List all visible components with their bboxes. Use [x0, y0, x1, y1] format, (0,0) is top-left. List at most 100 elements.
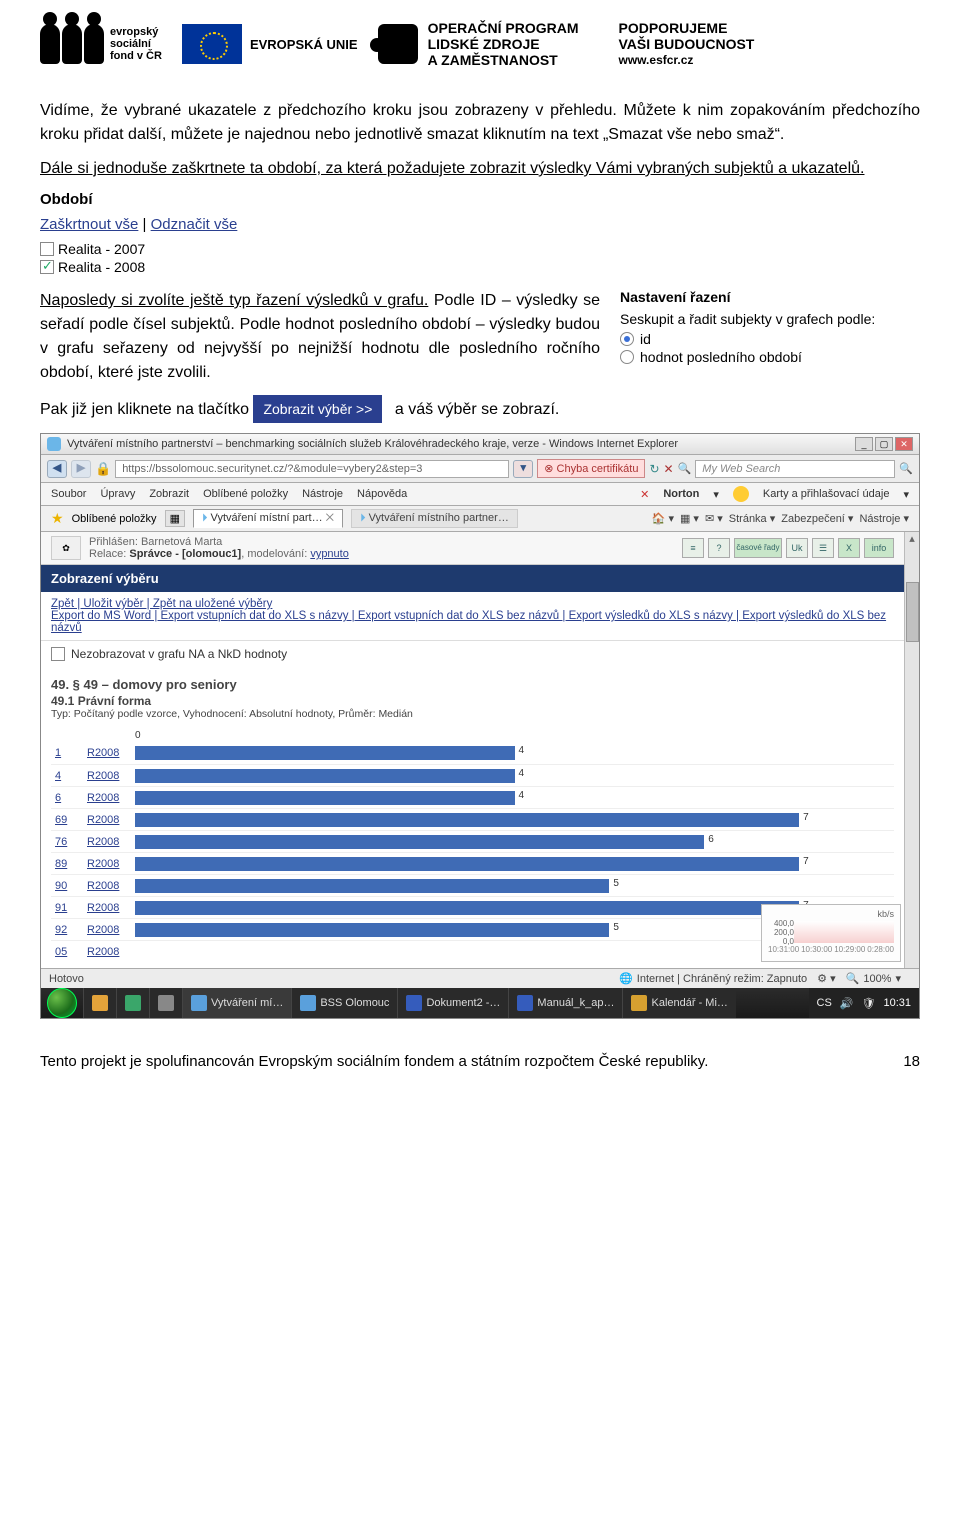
taskbar-ie[interactable]: Vytváření mí… — [182, 988, 291, 1018]
menu-icon[interactable]: ☰ — [812, 538, 834, 558]
nezob-row[interactable]: Nezobrazovat v grafu NA a NkD hodnoty — [41, 641, 904, 667]
modelovani-link[interactable]: vypnuto — [310, 548, 349, 560]
chart-id[interactable]: 76 — [51, 836, 87, 848]
toolbar-zabezpeceni[interactable]: Zabezpečení ▾ — [781, 512, 853, 525]
obdobi-title: Období — [40, 191, 920, 208]
feeds-icon[interactable]: ▦ ▾ — [680, 512, 699, 525]
chart-year[interactable]: R2008 — [87, 747, 135, 759]
odznacit-link[interactable]: Odznačit vše — [151, 216, 238, 233]
chart-year[interactable]: R2008 — [87, 792, 135, 804]
menu-upravy[interactable]: Úpravy — [100, 488, 135, 500]
section-meta: Typ: Počítaný podle vzorce, Vyhodnocení:… — [41, 708, 904, 728]
chart-year[interactable]: R2008 — [87, 946, 135, 958]
star-icon[interactable]: ★ — [51, 510, 64, 527]
chart-id[interactable]: 4 — [51, 770, 87, 782]
url-input[interactable]: https://bssolomouc.securitynet.cz/?&modu… — [115, 460, 509, 478]
uk-icon[interactable]: Uk — [786, 538, 808, 558]
footer-text: Tento projekt je spolufinancován Evropsk… — [40, 1053, 708, 1070]
chart-bar — [135, 813, 799, 827]
minimize-button[interactable]: _ — [855, 437, 873, 451]
chart-id[interactable]: 69 — [51, 814, 87, 826]
tray-network-icon[interactable]: 🔊 — [840, 997, 854, 1010]
menu-napoveda[interactable]: Nápověda — [357, 488, 407, 500]
taskbar-outlook[interactable]: Kalendář - Mi… — [622, 988, 735, 1018]
toolbar-stranka[interactable]: Stránka ▾ — [729, 512, 776, 525]
taskbar-shortcut-1[interactable] — [83, 988, 116, 1018]
stop-icon[interactable]: ✕ — [664, 462, 674, 476]
section-subtitle: 49.1 Právní forma — [41, 694, 904, 708]
chart-year[interactable]: R2008 — [87, 880, 135, 892]
search-input[interactable]: My Web Search — [695, 460, 895, 478]
search-go-icon[interactable]: 🔍 — [899, 462, 913, 475]
tray-lang[interactable]: CS — [817, 997, 832, 1009]
chart-id[interactable]: 92 — [51, 924, 87, 936]
taskbar-shortcut-2[interactable] — [116, 988, 149, 1018]
tab-2[interactable]: ⏵ Vytváření místního partner… — [351, 509, 518, 528]
list-icon[interactable]: ≡ — [682, 538, 704, 558]
maximize-button[interactable]: ▢ — [875, 437, 893, 451]
address-bar-row: ◀ ▶ 🔒 https://bssolomouc.securitynet.cz/… — [41, 455, 919, 483]
checkbox-checked-icon[interactable] — [40, 260, 54, 274]
menu-nastroje[interactable]: Nástroje — [302, 488, 343, 500]
help-icon[interactable]: ? — [708, 538, 730, 558]
casoverady-icon[interactable]: časové řady — [734, 538, 782, 558]
links-line-2[interactable]: Export do MS Word | Export vstupních dat… — [51, 610, 894, 634]
menu-oblibene[interactable]: Oblíbené položky — [203, 488, 288, 500]
radio-id-row[interactable]: id — [620, 331, 920, 347]
go-button[interactable]: ▾ — [513, 460, 533, 478]
taskbar-shortcut-3[interactable] — [149, 988, 182, 1018]
home-icon[interactable]: 🏠 ▾ — [652, 512, 674, 525]
taskbar-bss[interactable]: BSS Olomouc — [291, 988, 397, 1018]
menu-zobrazit[interactable]: Zobrazit — [149, 488, 189, 500]
mail-icon[interactable]: ✉ ▾ — [705, 512, 723, 525]
tray-clock[interactable]: 10:31 — [883, 997, 911, 1009]
chart-year[interactable]: R2008 — [87, 858, 135, 870]
taskbar-word[interactable]: Dokument2 -… — [397, 988, 508, 1018]
chart-id[interactable]: 6 — [51, 792, 87, 804]
chart-year[interactable]: R2008 — [87, 770, 135, 782]
karty-dropdown[interactable]: Karty a přihlašovací údaje — [763, 488, 890, 500]
radio-selected-icon[interactable] — [620, 332, 634, 346]
norton-button[interactable]: Norton — [663, 488, 699, 500]
chart-year[interactable]: R2008 — [87, 902, 135, 914]
back-button[interactable]: ◀ — [47, 460, 67, 478]
protected-mode-icon[interactable]: ⚙ ▾ — [817, 972, 835, 985]
radio-hodnot-row[interactable]: hodnot posledního období — [620, 349, 920, 365]
tray-shield-icon[interactable]: 🛡 — [862, 997, 876, 1010]
scrollbar-thumb[interactable] — [906, 582, 919, 642]
start-button[interactable] — [47, 988, 77, 1018]
tab-1[interactable]: ⏵ Vytváření místní part… ✕ — [193, 509, 343, 528]
cert-error-button[interactable]: ⊗ Chyba certifikátu — [537, 459, 645, 478]
chart-year[interactable]: R2008 — [87, 836, 135, 848]
forward-button[interactable]: ▶ — [71, 460, 91, 478]
checkbox-icon[interactable] — [40, 242, 54, 256]
period-row-2007[interactable]: Realita - 2007 — [40, 241, 920, 257]
info-icon[interactable]: info — [864, 538, 894, 558]
chart-id[interactable]: 90 — [51, 880, 87, 892]
period-row-2008[interactable]: Realita - 2008 — [40, 259, 920, 275]
chart-year[interactable]: R2008 — [87, 814, 135, 826]
links-line-1[interactable]: Zpět | Uložit výběr | Zpět na uložené vý… — [51, 598, 894, 610]
zobrazit-vyber-button[interactable]: Zobrazit výběr >> — [253, 395, 382, 423]
chart-id[interactable]: 1 — [51, 747, 87, 759]
toolbar-nastroje[interactable]: Nástroje ▾ — [859, 512, 909, 525]
chart-id[interactable]: 89 — [51, 858, 87, 870]
chart-row: 76R20086 — [51, 830, 894, 852]
favorites-grid-icon[interactable]: ▦ — [165, 510, 185, 527]
app-icon — [125, 995, 141, 1011]
taskbar-word2[interactable]: Manuál_k_ap… — [508, 988, 622, 1018]
support-block: PODPORUJEME VAŠI BUDOUCNOST www.esfcr.cz — [619, 20, 755, 68]
checkbox-icon[interactable] — [51, 647, 65, 661]
chart-year[interactable]: R2008 — [87, 924, 135, 936]
radio-icon[interactable] — [620, 350, 634, 364]
chart-id[interactable]: 91 — [51, 902, 87, 914]
excel-icon[interactable]: X — [838, 538, 860, 558]
zaskrtnout-link[interactable]: Zaškrtnout vše — [40, 216, 138, 233]
zoom-control[interactable]: 🔍 100% ▾ — [846, 972, 901, 985]
close-button[interactable]: ✕ — [895, 437, 913, 451]
menu-soubor[interactable]: Soubor — [51, 488, 86, 500]
chart-id[interactable]: 05 — [51, 946, 87, 958]
vertical-scrollbar[interactable]: ▴ — [904, 532, 919, 968]
refresh-icon[interactable]: ↻ — [649, 462, 659, 476]
chart-row: 1R20084 — [51, 742, 894, 764]
